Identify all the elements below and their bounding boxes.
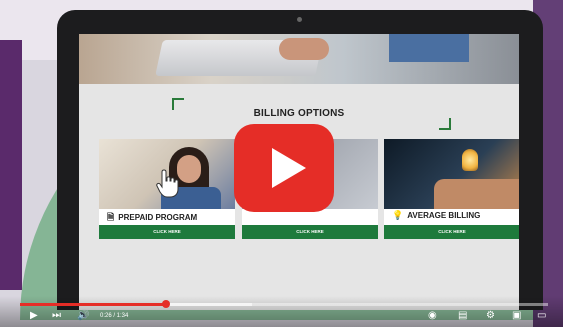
card-average-billing: 💡 AVERAGE BILLING CLICK HERE xyxy=(384,139,519,239)
scrubber-handle[interactable] xyxy=(161,300,170,308)
time-display: 0:26 / 1:34 xyxy=(100,313,129,319)
card-label: 🗎 PREPAID PROGRAM xyxy=(107,210,197,226)
youtube-play-button[interactable] xyxy=(234,124,334,212)
lightbulb-icon: 💡 xyxy=(392,210,404,220)
card-photo xyxy=(384,139,519,209)
progress-bar[interactable] xyxy=(20,300,548,308)
toggle-icon[interactable]: ◉ xyxy=(428,311,437,321)
photo-arm xyxy=(434,179,519,209)
hand-cursor-icon xyxy=(156,169,179,198)
play-triangle-icon xyxy=(272,148,306,188)
video-frame: BILLING OPTIONS 🗎 PREPAID PROGRAM CLICK H… xyxy=(0,0,563,327)
subtitles-icon[interactable]: ▤ xyxy=(458,311,467,321)
miniplayer-icon[interactable]: ▣ xyxy=(512,311,521,321)
photo-lightbulb xyxy=(462,149,478,171)
corner-bracket-bottom-right xyxy=(439,118,451,130)
photo-face xyxy=(177,155,201,183)
progress-played xyxy=(20,303,166,306)
theater-icon[interactable]: ▭ xyxy=(537,311,546,321)
header-photo xyxy=(79,34,519,84)
background-purple-left xyxy=(0,40,22,290)
photo-hand xyxy=(279,38,329,60)
card-label-text: PREPAID PROGRAM xyxy=(118,213,198,222)
photo-sleeve xyxy=(389,34,469,62)
click-here-button[interactable]: CLICK HERE xyxy=(99,225,235,239)
webcam-icon xyxy=(297,17,302,22)
volume-icon[interactable]: 🔊 xyxy=(77,311,89,321)
slide-title: BILLING OPTIONS xyxy=(253,108,345,119)
click-here-button[interactable]: CLICK HERE xyxy=(384,225,519,239)
settings-icon[interactable]: ⚙ xyxy=(486,311,495,321)
card-label-text: AVERAGE BILLING xyxy=(407,211,481,220)
click-here-button[interactable]: CLICK HERE xyxy=(242,225,378,239)
next-icon[interactable]: ⏭ xyxy=(52,311,61,321)
document-icon: 🗎 xyxy=(107,212,115,222)
card-label: 💡 AVERAGE BILLING xyxy=(392,210,480,221)
play-icon[interactable]: ▶ xyxy=(30,311,38,321)
